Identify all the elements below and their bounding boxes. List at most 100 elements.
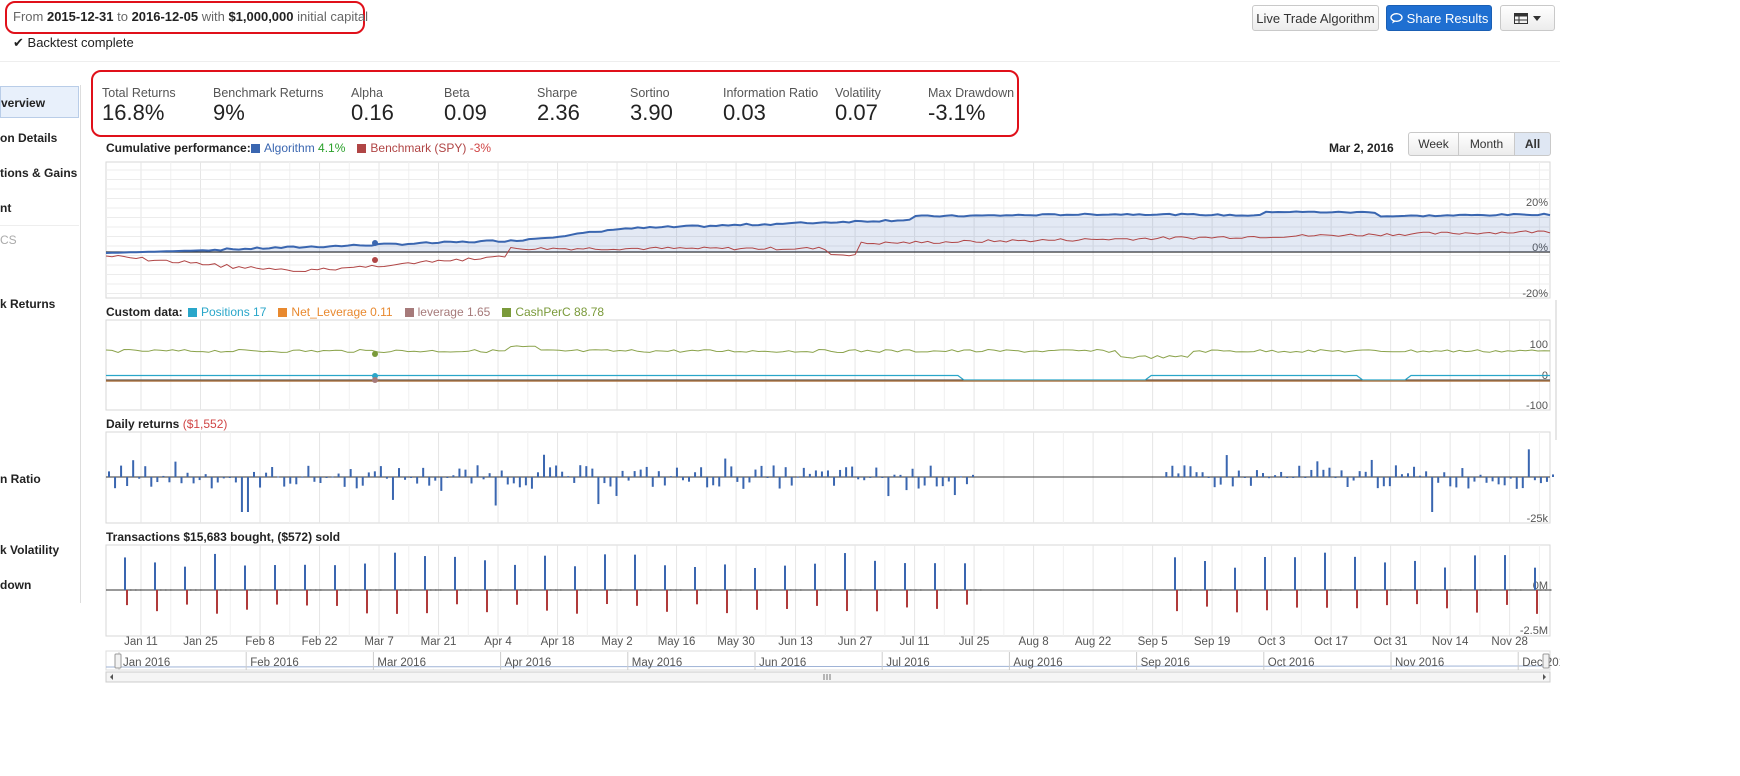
daily-return-bar	[307, 465, 310, 477]
daily-return-bar	[736, 477, 739, 482]
navigator-month-label: Apr 2016	[505, 657, 552, 669]
transaction-buy-bar	[394, 552, 396, 590]
daily-return-bar	[1552, 474, 1554, 477]
daily-return-bar	[1545, 477, 1548, 482]
daily-return-bar	[446, 477, 449, 478]
transaction-sell-bar	[1506, 590, 1508, 605]
daily-return-bar	[1497, 477, 1500, 485]
transaction-minor-mark	[790, 589, 792, 591]
transaction-minor-mark	[555, 589, 557, 591]
transaction-minor-mark	[460, 589, 462, 591]
transaction-minor-mark	[1310, 589, 1312, 591]
transaction-minor-mark	[130, 589, 132, 591]
daily-return-bar	[851, 466, 854, 477]
daily-return-bar	[947, 477, 950, 482]
transaction-sell-bar	[1326, 590, 1328, 608]
transaction-buy-bar	[1504, 555, 1506, 590]
transaction-minor-mark	[710, 589, 712, 591]
daily-return-bar	[1352, 477, 1355, 481]
daily-return-bar	[1334, 477, 1337, 479]
scrollbar-track	[105, 671, 1551, 683]
transaction-buy-bar	[244, 565, 246, 590]
daily-return-bar	[1437, 477, 1440, 483]
transaction-minor-mark	[675, 589, 677, 591]
daily-return-bar	[645, 466, 648, 477]
daily-return-bar	[1358, 471, 1361, 477]
transaction-sell-bar	[366, 590, 368, 614]
transaction-minor-mark	[220, 589, 222, 591]
daily-return-bar	[1491, 477, 1494, 482]
daily-return-bar	[808, 473, 811, 477]
transaction-minor-mark	[1185, 589, 1187, 591]
daily-return-bar	[1237, 470, 1240, 477]
daily-return-bar	[162, 475, 165, 477]
daily-return-bar	[1195, 472, 1198, 477]
transaction-minor-mark	[645, 589, 647, 591]
daily-return-bar	[1304, 477, 1307, 478]
daily-return-bar	[1419, 475, 1422, 477]
daily-return-bar	[845, 467, 848, 477]
transaction-sell-bar	[516, 590, 518, 605]
transaction-sell-bar	[336, 590, 338, 606]
perf-ytick-neg20: -20%	[1522, 288, 1548, 300]
daily-return-bar	[1316, 461, 1319, 477]
daily-return-bar	[120, 465, 123, 477]
transaction-minor-mark	[765, 589, 767, 591]
transaction-buy-bar	[1264, 557, 1266, 590]
daily-return-bar	[784, 467, 787, 477]
transaction-minor-mark	[310, 589, 312, 591]
daily-return-bar	[1171, 465, 1174, 477]
daily-return-bar	[1455, 477, 1458, 488]
leverage-hover-point	[372, 377, 378, 383]
daily-return-bar	[965, 477, 968, 485]
daily-return-bar	[899, 474, 902, 477]
transaction-minor-mark	[1400, 589, 1402, 591]
backtest-charts[interactable]: 20%0%-20%1000-100-25k0M-2.5MJan 11 Jan 25…	[0, 0, 1560, 776]
transaction-minor-mark	[255, 589, 257, 591]
daily-return-bar	[1431, 477, 1434, 512]
daily-return-bar	[168, 477, 171, 483]
daily-return-bar	[724, 458, 727, 477]
daily-return-bar	[1515, 477, 1518, 489]
transaction-buy-bar	[934, 563, 936, 590]
transaction-buy-bar	[874, 560, 876, 590]
transaction-minor-mark	[160, 589, 162, 591]
transaction-minor-mark	[730, 589, 732, 591]
daily-return-bar	[289, 477, 292, 484]
transaction-minor-mark	[440, 589, 442, 591]
daily-return-bar	[1165, 472, 1168, 477]
transaction-sell-bar	[606, 590, 608, 605]
daily-return-bar	[700, 467, 703, 477]
transaction-minor-mark	[1335, 589, 1337, 591]
transaction-buy-bar	[844, 553, 846, 590]
navigator-left-handle[interactable]	[114, 653, 122, 669]
transaction-minor-mark	[250, 589, 252, 591]
daily-return-bar	[627, 477, 630, 481]
daily-return-bar	[1443, 472, 1446, 477]
cashperc-hover-point	[372, 351, 378, 357]
daily-return-bar	[500, 470, 503, 477]
daily-return-bar	[1213, 477, 1216, 488]
daily-return-bar	[639, 469, 642, 477]
transaction-minor-mark	[970, 589, 972, 591]
transaction-minor-mark	[770, 589, 772, 591]
daily-return-bar	[488, 473, 491, 477]
transaction-minor-mark	[885, 589, 887, 591]
transaction-sell-bar	[1446, 590, 1448, 609]
x-axis-tick-label: Aug 8	[1019, 636, 1049, 648]
daily-return-bar	[1461, 468, 1464, 477]
transaction-minor-mark	[1240, 589, 1242, 591]
daily-return-bar	[1364, 471, 1367, 477]
transaction-minor-mark	[1420, 589, 1422, 591]
transaction-minor-mark	[1180, 589, 1182, 591]
navigator-right-handle[interactable]	[1542, 653, 1550, 669]
daily-return-bar	[869, 476, 872, 478]
daily-return-bar	[929, 465, 932, 477]
transaction-minor-mark	[490, 589, 492, 591]
daily-return-bar	[857, 477, 860, 480]
daily-return-bar	[633, 471, 636, 477]
daily-return-bar	[1219, 477, 1222, 485]
transaction-minor-mark	[855, 589, 857, 591]
daily-return-bar	[1298, 465, 1301, 477]
transaction-buy-bar	[544, 555, 546, 590]
